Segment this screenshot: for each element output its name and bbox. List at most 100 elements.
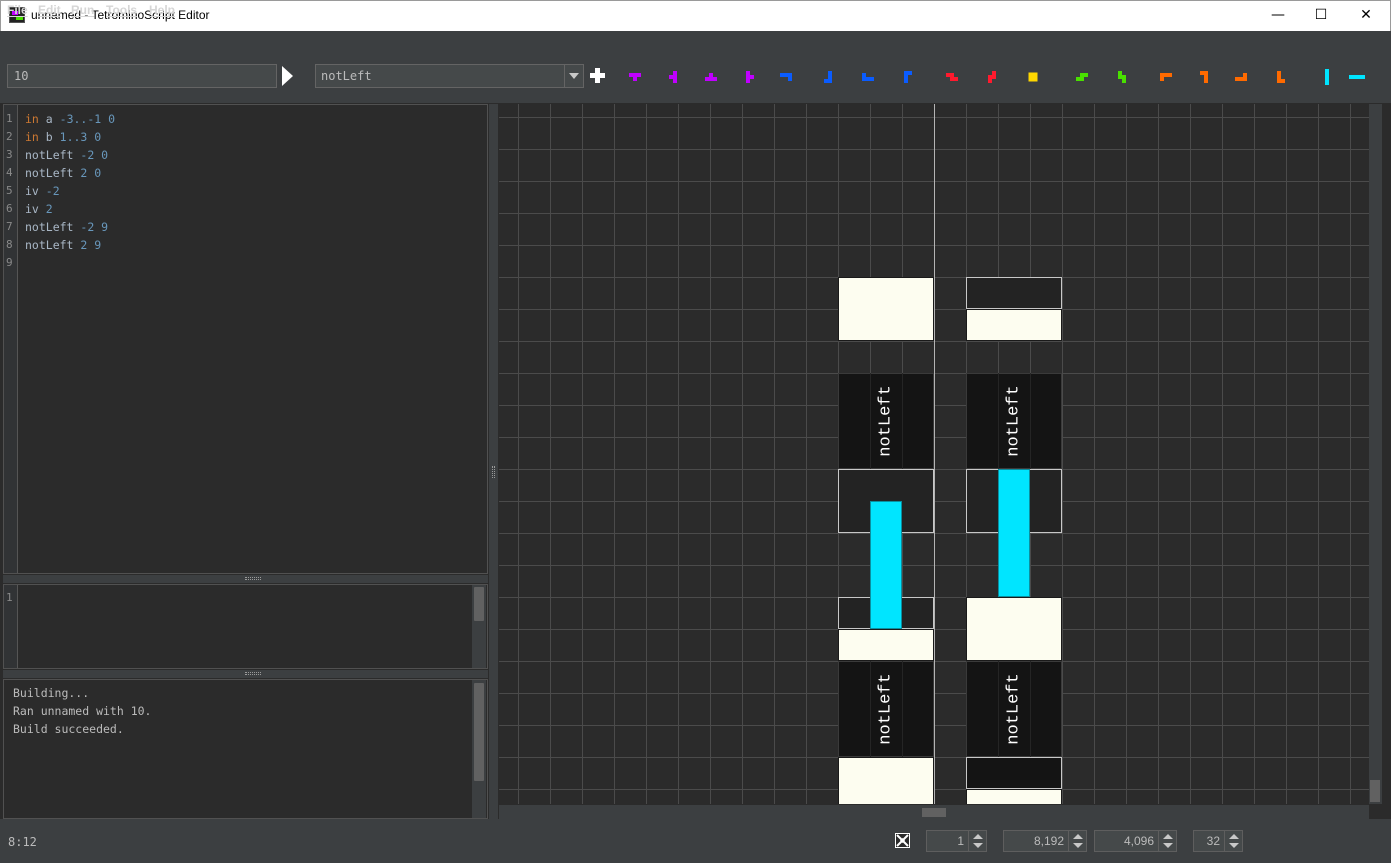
menu-file[interactable]: File	[7, 3, 28, 17]
line-number: 5	[6, 184, 13, 197]
console-line: Build succeeded.	[13, 722, 124, 736]
piece-t-down-icon[interactable]	[624, 66, 646, 88]
structure-cap	[838, 629, 934, 661]
structure-select[interactable]: notLeft	[315, 64, 584, 88]
cell-size-spinner-value: 32	[1206, 834, 1220, 848]
width-spinner[interactable]: 8,192	[1003, 830, 1087, 852]
piece-j-left-icon[interactable]	[817, 66, 839, 88]
piece-j-down-icon[interactable]	[775, 66, 797, 88]
code-line: iv -2	[25, 184, 60, 198]
console-line: Building...	[13, 686, 90, 700]
piece-j-up-icon[interactable]	[857, 66, 879, 88]
structure-cap	[966, 597, 1062, 661]
spinner-up-icon[interactable]	[1229, 834, 1239, 839]
iv-block	[870, 501, 902, 629]
height-spinner-value: 4,096	[1123, 834, 1154, 848]
structure-label: notLeft	[877, 673, 896, 744]
spinner-up-icon[interactable]	[1073, 834, 1083, 839]
structure-select-value: notLeft	[321, 69, 372, 83]
splitter-grip-icon	[245, 577, 261, 580]
piece-l-down-icon[interactable]	[1155, 66, 1177, 88]
console-line: Ran unnamed with 10.	[13, 704, 152, 718]
piece-i-horizontal-icon[interactable]	[1346, 66, 1368, 88]
structure-cap	[838, 277, 934, 341]
piece-t-up-icon[interactable]	[700, 66, 722, 88]
piece-j-right-icon[interactable]	[897, 66, 919, 88]
secondary-editor[interactable]	[3, 584, 488, 669]
cursor-position: 8:12	[8, 835, 37, 849]
status-bar	[0, 819, 1391, 863]
add-structure-button[interactable]	[590, 68, 605, 83]
piece-s-horizontal-icon[interactable]	[1071, 66, 1093, 88]
line-number: 6	[6, 202, 13, 215]
spinner-up-icon[interactable]	[973, 834, 983, 839]
spinner-down-icon[interactable]	[1229, 843, 1239, 848]
structure-label: notLeft	[1005, 385, 1024, 456]
canvas-vertical-scrollbar[interactable]	[1369, 104, 1382, 804]
code-line: iv 2	[25, 202, 53, 216]
spinner-down-icon[interactable]	[1073, 843, 1083, 848]
canvas-drawing: notLeft notLeft notLeft notLeft	[499, 104, 1369, 804]
piece-s-vertical-icon[interactable]	[1111, 66, 1133, 88]
structure-cap	[838, 757, 934, 804]
secondary-scroll-thumb[interactable]	[474, 587, 484, 621]
menu-bar	[0, 31, 1391, 53]
close-button[interactable]: ✕	[1343, 0, 1389, 30]
line-number: 8	[6, 238, 13, 251]
line-number: 2	[6, 130, 13, 143]
console-scroll-thumb[interactable]	[474, 683, 484, 781]
depth-spinner[interactable]: 1	[926, 830, 987, 852]
line-number: 4	[6, 166, 13, 179]
width-spinner-value: 8,192	[1033, 834, 1064, 848]
structure-cap	[966, 309, 1062, 341]
piece-z-horizontal-icon[interactable]	[941, 66, 963, 88]
line-number: 9	[6, 256, 13, 269]
menu-tools[interactable]: Tools	[106, 3, 137, 17]
code-line: notLeft 2 9	[25, 238, 102, 252]
structure-canvas[interactable]: notLeft notLeft notLeft notLeft	[499, 104, 1369, 804]
console-scrollbar[interactable]	[472, 680, 486, 818]
spinner-down-icon[interactable]	[1163, 843, 1173, 848]
piece-l-right-icon[interactable]	[1270, 66, 1292, 88]
spinner-up-icon[interactable]	[1163, 834, 1173, 839]
line-number: 3	[6, 148, 13, 161]
piece-t-left-icon[interactable]	[662, 66, 684, 88]
vsplit-grip-icon	[492, 466, 495, 478]
canvas-hscroll-thumb[interactable]	[922, 808, 946, 817]
height-spinner[interactable]: 4,096	[1094, 830, 1177, 852]
splitter-grip-icon	[245, 672, 261, 675]
depth-spinner-value: 1	[957, 834, 964, 848]
canvas-vscroll-thumb[interactable]	[1370, 780, 1380, 802]
menu-run[interactable]: Run	[71, 3, 94, 17]
code-line: notLeft -2 9	[25, 220, 109, 234]
menu-help[interactable]: Help	[149, 3, 175, 17]
vertical-splitter[interactable]	[489, 104, 498, 819]
run-button[interactable]	[282, 66, 293, 86]
chevron-down-icon[interactable]	[564, 65, 583, 87]
minimize-button[interactable]: —	[1255, 0, 1301, 30]
piece-o-icon[interactable]	[1022, 66, 1044, 88]
spinner-down-icon[interactable]	[973, 843, 983, 848]
piece-i-vertical-icon[interactable]	[1316, 66, 1338, 88]
structure-label: notLeft	[877, 385, 896, 456]
structure-cap-frame	[966, 757, 1062, 789]
code-line: notLeft 2 0	[25, 166, 102, 180]
cell-size-spinner[interactable]: 32	[1193, 830, 1243, 852]
console-output	[3, 679, 488, 819]
piece-z-vertical-icon[interactable]	[981, 66, 1003, 88]
menu-edit[interactable]: Edit	[38, 3, 61, 17]
iv-block	[998, 469, 1030, 597]
secondary-scrollbar[interactable]	[472, 585, 486, 668]
code-line: in b 1..3 0	[25, 130, 102, 144]
line-number: 7	[6, 220, 13, 233]
piece-l-left-icon[interactable]	[1193, 66, 1215, 88]
argument-input[interactable]: 10	[7, 64, 277, 88]
reset-view-icon[interactable]	[895, 833, 910, 848]
structure-label: notLeft	[1005, 673, 1024, 744]
piece-l-up-icon[interactable]	[1230, 66, 1252, 88]
maximize-button[interactable]: ☐	[1298, 0, 1344, 30]
structure-cap-frame	[966, 277, 1062, 309]
secondary-line-number: 1	[6, 591, 13, 604]
piece-t-right-icon[interactable]	[739, 66, 761, 88]
canvas-horizontal-scrollbar[interactable]	[499, 805, 1369, 819]
